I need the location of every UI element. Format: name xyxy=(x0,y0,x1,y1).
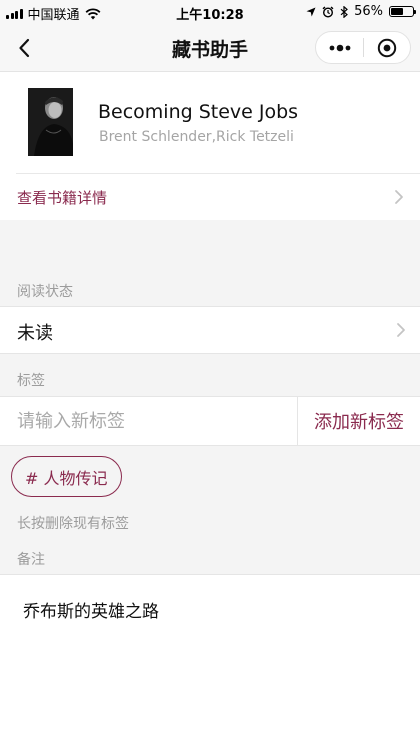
notes-textarea[interactable]: 乔布斯的英雄之路 xyxy=(0,574,420,747)
book-authors: Brent Schlender,Rick Tetzeli xyxy=(99,129,294,145)
close-button[interactable] xyxy=(364,32,410,63)
reading-status-selector[interactable]: 未读 xyxy=(0,306,420,354)
tag-chip[interactable]: # 人物传记 xyxy=(11,456,122,497)
status-bar: 中国联通 上午10:28 56% xyxy=(0,0,420,24)
reading-status-label: 阅读状态 xyxy=(17,284,73,300)
book-details-row[interactable]: 查看书籍详情 xyxy=(0,174,420,220)
location-arrow-icon xyxy=(306,7,316,16)
portrait-image xyxy=(28,88,73,156)
battery-icon xyxy=(389,6,416,17)
add-tag-button[interactable]: 添加新标签 xyxy=(298,397,420,445)
tags-label: 标签 xyxy=(17,373,45,389)
new-tag-input[interactable] xyxy=(17,408,287,434)
book-card[interactable]: Becoming Steve Jobs Brent Schlender,Rick… xyxy=(0,72,420,174)
book-details-link[interactable]: 查看书籍详情 xyxy=(17,187,107,208)
notes-value: 乔布斯的英雄之路 xyxy=(23,602,159,622)
battery-percent: 56% xyxy=(354,4,383,19)
alarm-icon xyxy=(322,5,334,18)
miniprogram-capsule xyxy=(315,31,411,64)
tags-hint: 长按删除现有标签 xyxy=(17,516,129,532)
more-dots-icon xyxy=(329,44,350,51)
status-right: 56% xyxy=(306,4,416,19)
reading-status-value: 未读 xyxy=(17,323,53,344)
chevron-right-icon xyxy=(395,190,403,204)
nav-bar: 藏书助手 xyxy=(0,24,420,72)
record-circle-icon xyxy=(377,38,397,57)
battery-level xyxy=(391,8,403,15)
new-tag-row: 添加新标签 xyxy=(0,396,420,446)
chevron-right-icon xyxy=(397,323,405,337)
bluetooth-icon xyxy=(340,5,349,18)
notes-label: 备注 xyxy=(17,552,45,568)
book-title: Becoming Steve Jobs xyxy=(98,101,299,123)
book-cover-image xyxy=(28,88,73,156)
more-button[interactable] xyxy=(316,32,363,63)
